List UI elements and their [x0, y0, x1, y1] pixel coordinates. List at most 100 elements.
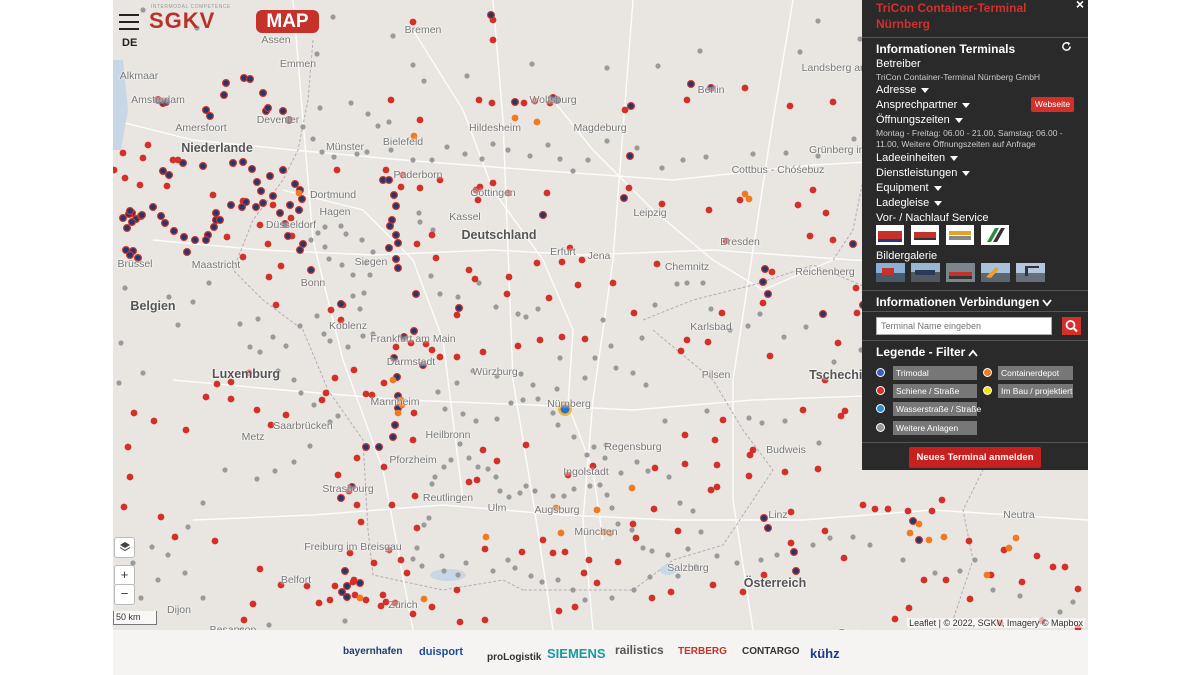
sponsor-siemens[interactable]: SIEMENS [547, 646, 606, 661]
other-facility-marker[interactable] [300, 124, 306, 130]
trimodal-terminal-marker[interactable] [201, 236, 210, 245]
other-facility-marker[interactable] [266, 622, 272, 628]
rail-road-terminal-marker[interactable] [522, 441, 530, 449]
rail-road-terminal-marker[interactable] [357, 518, 365, 526]
connections-toggle[interactable]: Informationen Verbindungen [876, 295, 1053, 309]
container-depot-marker[interactable] [295, 189, 303, 197]
gallery-thumbnail[interactable] [876, 263, 905, 282]
rail-road-terminal-marker[interactable] [760, 571, 768, 579]
rail-road-terminal-marker[interactable] [520, 99, 528, 107]
other-facility-marker[interactable] [530, 382, 536, 388]
rail-road-terminal-marker[interactable] [422, 340, 430, 348]
rail-road-terminal-marker[interactable] [436, 176, 444, 184]
rail-road-terminal-marker[interactable] [362, 390, 370, 398]
rail-road-terminal-marker[interactable] [558, 258, 566, 266]
other-facility-marker[interactable] [206, 280, 212, 286]
container-depot-marker[interactable] [394, 409, 402, 417]
other-facility-marker[interactable] [703, 154, 709, 160]
other-facility-marker[interactable] [429, 157, 435, 163]
trimodal-terminal-marker[interactable] [394, 264, 403, 273]
rail-road-terminal-marker[interactable] [227, 378, 235, 386]
container-depot-marker[interactable] [745, 195, 753, 203]
rail-road-terminal-marker[interactable] [303, 582, 311, 590]
other-facility-marker[interactable] [666, 474, 672, 480]
rail-road-terminal-marker[interactable] [581, 335, 589, 343]
other-facility-marker[interactable] [561, 493, 567, 499]
other-facility-marker[interactable] [570, 168, 576, 174]
other-facility-marker[interactable] [631, 587, 637, 593]
trimodal-terminal-marker[interactable] [626, 101, 635, 110]
other-facility-marker[interactable] [432, 474, 438, 480]
trimodal-terminal-marker[interactable] [215, 216, 224, 225]
other-facility-marker[interactable] [460, 411, 466, 417]
other-facility-marker[interactable] [932, 570, 938, 576]
legend-filter-button[interactable]: Wasserstraße / Straße [893, 402, 981, 416]
rail-road-terminal-marker[interactable] [966, 595, 974, 603]
other-facility-marker[interactable] [466, 455, 472, 461]
other-facility-marker[interactable] [494, 416, 500, 422]
trimodal-terminal-marker[interactable] [386, 222, 395, 231]
selected-terminal-marker[interactable] [558, 402, 572, 416]
rail-road-terminal-marker[interactable] [558, 333, 566, 341]
trimodal-terminal-marker[interactable] [362, 443, 371, 452]
rail-road-terminal-marker[interactable] [768, 268, 776, 276]
rail-road-terminal-marker[interactable] [120, 503, 128, 511]
rail-road-terminal-marker[interactable] [786, 102, 794, 110]
other-facility-marker[interactable] [674, 281, 680, 287]
other-facility-marker[interactable] [571, 434, 577, 440]
rail-road-terminal-marker[interactable] [327, 306, 335, 314]
close-icon[interactable]: × [1076, 0, 1084, 12]
rail-road-terminal-marker[interactable] [707, 486, 715, 494]
rail-road-terminal-marker[interactable] [272, 301, 280, 309]
rail-road-terminal-marker[interactable] [814, 465, 822, 473]
other-facility-marker[interactable] [592, 355, 598, 361]
rail-road-terminal-marker[interactable] [938, 496, 946, 504]
rail-road-terminal-marker[interactable] [353, 454, 361, 462]
other-facility-marker[interactable] [297, 323, 303, 329]
other-facility-marker[interactable] [455, 294, 461, 300]
other-facility-marker[interactable] [310, 136, 316, 142]
other-facility-marker[interactable] [417, 219, 423, 225]
gallery-thumbnail[interactable] [1016, 263, 1045, 282]
other-facility-marker[interactable] [1057, 609, 1063, 615]
terminal-search-input[interactable] [876, 317, 1052, 335]
other-facility-marker[interactable] [410, 62, 416, 68]
rail-road-terminal-marker[interactable] [781, 468, 789, 476]
other-facility-marker[interactable] [155, 577, 161, 583]
trimodal-terminal-marker[interactable] [148, 203, 157, 212]
rail-road-terminal-marker[interactable] [787, 539, 795, 547]
other-facility-marker[interactable] [602, 455, 608, 461]
other-facility-marker[interactable] [643, 382, 649, 388]
other-facility-marker[interactable] [523, 483, 529, 489]
rail-road-terminal-marker[interactable] [139, 154, 147, 162]
rail-road-terminal-marker[interactable] [505, 273, 513, 281]
rail-road-terminal-marker[interactable] [346, 549, 354, 557]
rail-road-terminal-marker[interactable] [416, 116, 424, 124]
other-facility-marker[interactable] [630, 370, 636, 376]
partner-logo[interactable] [981, 225, 1009, 245]
other-facility-marker[interactable] [508, 400, 514, 406]
trimodal-terminal-marker[interactable] [553, 95, 562, 104]
other-facility-marker[interactable] [348, 100, 354, 106]
other-facility-marker[interactable] [957, 568, 963, 574]
other-facility-marker[interactable] [116, 380, 122, 386]
trimodal-terminal-marker[interactable] [226, 201, 235, 210]
rail-road-terminal-marker[interactable] [871, 505, 879, 513]
trimodal-terminal-marker[interactable] [337, 300, 346, 309]
rail-road-terminal-marker[interactable] [380, 379, 388, 387]
rail-road-terminal-marker[interactable] [388, 501, 396, 509]
rail-road-terminal-marker[interactable] [476, 183, 484, 191]
other-facility-marker[interactable] [647, 574, 653, 580]
other-facility-marker[interactable] [609, 505, 615, 511]
trimodal-terminal-marker[interactable] [539, 211, 548, 220]
trimodal-terminal-marker[interactable] [264, 103, 273, 112]
container-depot-marker[interactable] [925, 536, 933, 544]
rail-road-terminal-marker[interactable] [479, 348, 487, 356]
other-facility-marker[interactable] [557, 156, 563, 162]
trimodal-terminal-marker[interactable] [620, 194, 629, 203]
rail-road-terminal-marker[interactable] [829, 98, 837, 106]
other-facility-marker[interactable] [532, 488, 538, 494]
other-facility-marker[interactable] [416, 210, 422, 216]
other-facility-marker[interactable] [759, 420, 765, 426]
other-facility-marker[interactable] [464, 73, 470, 79]
